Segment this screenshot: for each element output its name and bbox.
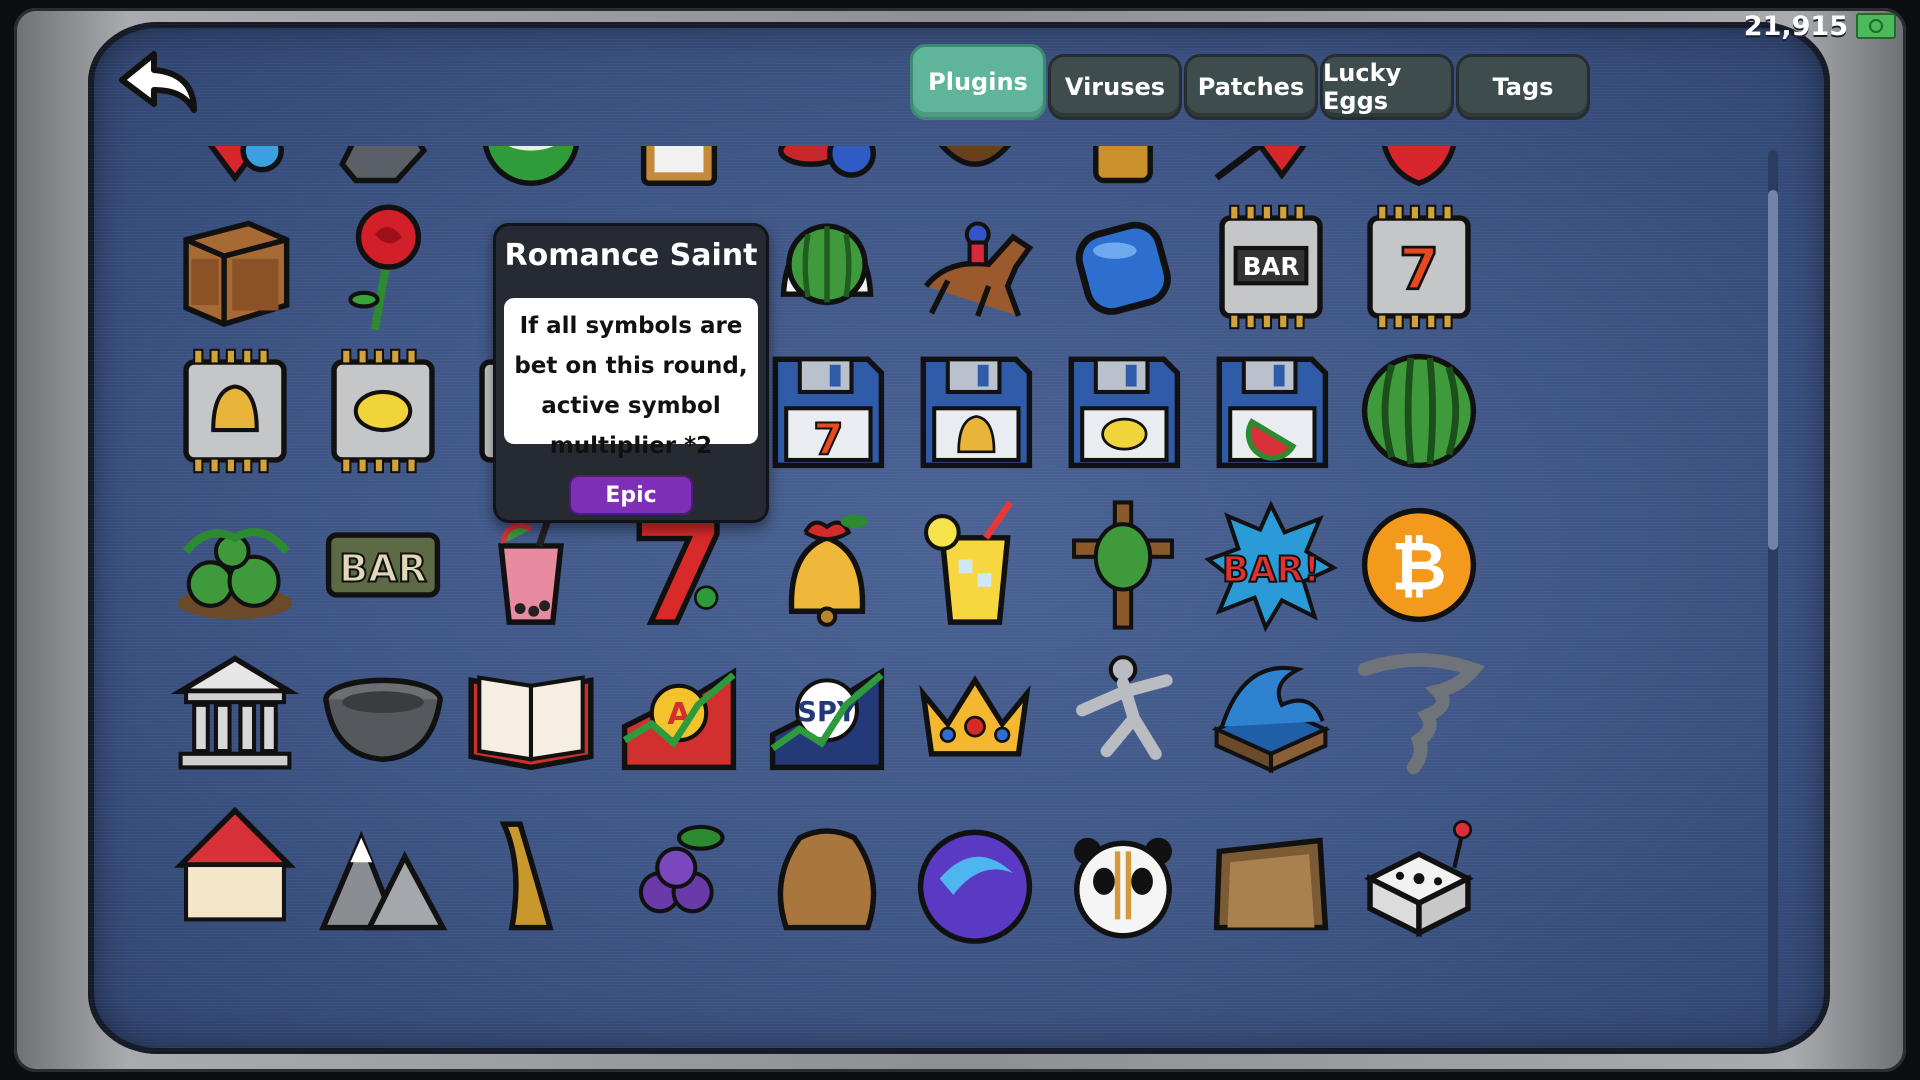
cash-icon xyxy=(1856,13,1896,39)
tab-patches[interactable]: Patches xyxy=(1184,54,1318,120)
watermelon-vine-icon[interactable] xyxy=(160,490,310,640)
back-button[interactable] xyxy=(114,46,206,126)
wooden-crate-icon[interactable] xyxy=(160,192,310,342)
svg-text:BAR!: BAR! xyxy=(1222,549,1320,590)
bitcoin-icon[interactable]: ₿ xyxy=(1344,490,1494,640)
bar-sign-icon[interactable]: BAR xyxy=(308,490,458,640)
tab-lucky-eggs[interactable]: Lucky Eggs xyxy=(1320,54,1454,120)
lemon-chip-icon[interactable] xyxy=(308,336,458,486)
crown-icon[interactable] xyxy=(900,638,1050,788)
falling-stickman-icon[interactable] xyxy=(1048,638,1198,788)
christmas-bell-icon[interactable] xyxy=(752,490,902,640)
rarity-badge: Epic xyxy=(569,475,693,515)
bell-chip-icon[interactable] xyxy=(160,336,310,486)
frame-icon[interactable] xyxy=(1196,790,1346,940)
tornado-icon[interactable] xyxy=(1344,638,1494,788)
racehorse-jockey-icon[interactable] xyxy=(900,192,1050,342)
lemonade-icon[interactable] xyxy=(900,490,1050,640)
plugin-collection-screen: Plugins Viruses Patches Lucky Eggs Tags xyxy=(88,22,1830,1054)
tab-viruses[interactable]: Viruses xyxy=(1048,54,1182,120)
open-book-icon[interactable] xyxy=(456,638,606,788)
blue-gem-icon[interactable] xyxy=(1048,192,1198,342)
svg-text:BAR: BAR xyxy=(1243,252,1300,281)
bank-icon[interactable] xyxy=(160,638,310,788)
plugin-grid: BAR 7 BAR 7 xyxy=(136,146,1776,1040)
back-arrow-icon xyxy=(119,51,197,113)
currency-display: 21,915 xyxy=(1744,4,1896,48)
mountains-icon[interactable] xyxy=(308,790,458,940)
watermelon-floppy-icon[interactable] xyxy=(1196,336,1346,486)
grid-scrollbar-thumb[interactable] xyxy=(1768,190,1778,550)
tab-plugins[interactable]: Plugins xyxy=(910,44,1046,120)
svg-text:7: 7 xyxy=(1399,237,1439,303)
tab-tags[interactable]: Tags xyxy=(1456,54,1590,120)
dice-icon[interactable] xyxy=(1344,790,1494,940)
svg-text:₿: ₿ xyxy=(1391,527,1446,606)
galaxy-orb-icon[interactable] xyxy=(900,790,1050,944)
plugin-tooltip: Romance Saint If all symbols are bet on … xyxy=(493,223,769,523)
grid-scrollbar[interactable] xyxy=(1768,150,1778,1042)
wave-block-icon[interactable] xyxy=(1196,638,1346,788)
money-bag-icon[interactable] xyxy=(752,790,902,940)
grapes-icon[interactable] xyxy=(604,790,754,940)
panda-icon[interactable] xyxy=(1048,790,1198,940)
svg-text:7: 7 xyxy=(813,416,843,466)
seven-chip-icon[interactable]: 7 xyxy=(1344,192,1494,342)
watermelon-doctor-icon[interactable] xyxy=(752,192,902,342)
svg-text:BAR: BAR xyxy=(339,546,427,590)
bar-burst-icon[interactable]: BAR! xyxy=(1196,490,1346,640)
genie-lamp-icon[interactable] xyxy=(456,790,606,940)
tooltip-description: If all symbols are bet on this round, ac… xyxy=(504,298,758,459)
rose-icon[interactable] xyxy=(308,192,458,342)
seven-floppy-icon[interactable]: 7 xyxy=(752,336,902,486)
stock-a-chart-icon[interactable]: A xyxy=(604,638,754,788)
spy-chart-icon[interactable]: SPY xyxy=(752,638,902,788)
bell-floppy-icon[interactable] xyxy=(900,336,1050,486)
carousel-icon[interactable] xyxy=(160,790,310,940)
metal-bowl-icon[interactable] xyxy=(308,638,458,788)
bar-chip-icon[interactable]: BAR xyxy=(1196,192,1346,342)
currency-amount: 21,915 xyxy=(1743,10,1848,42)
tooltip-title: Romance Saint xyxy=(504,238,758,273)
watermelon-cross-icon[interactable] xyxy=(1048,490,1198,640)
green-orb-icon[interactable] xyxy=(456,146,606,212)
watermelon-icon[interactable] xyxy=(1344,336,1494,486)
lemon-floppy-icon[interactable] xyxy=(1048,336,1198,486)
